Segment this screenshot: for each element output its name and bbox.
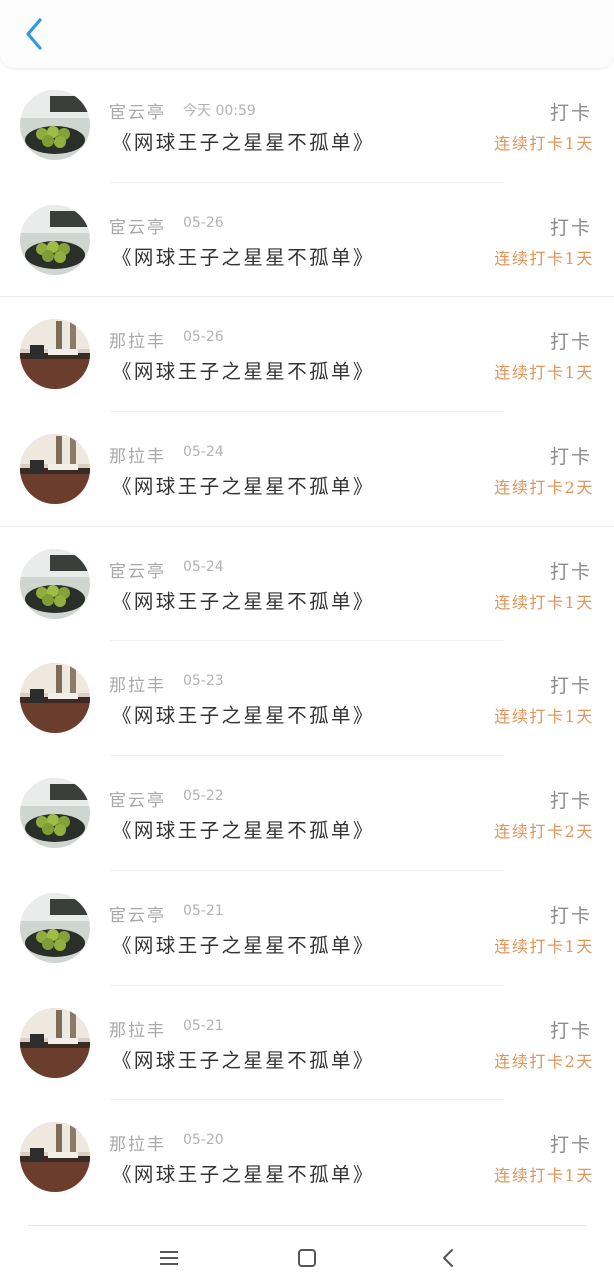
checkin-time: 05-24: [183, 444, 224, 461]
system-nav-bar: [0, 1224, 614, 1280]
checkin-label: 打卡: [549, 216, 592, 239]
streak-label: 连续打卡1天: [494, 248, 594, 268]
checkin-label: 打卡: [549, 560, 592, 583]
user-name: 那拉丰: [109, 447, 166, 468]
user-name: 宦云亭: [109, 905, 166, 926]
streak-label: 连续打卡2天: [494, 1051, 594, 1071]
checkin-label: 打卡: [549, 1134, 592, 1157]
checkin-label: 打卡: [549, 675, 592, 698]
menu-icon: [160, 1251, 178, 1265]
book-title: 《网球王子之星星不孤单》: [112, 1048, 375, 1072]
book-title: 《网球王子之星星不孤单》: [112, 131, 375, 154]
user-name: 宦云亭: [109, 791, 166, 812]
home-button[interactable]: [287, 1238, 327, 1278]
avatar[interactable]: [20, 1007, 90, 1078]
book-title: 《网球王子之星星不孤单》: [112, 1163, 375, 1187]
system-back-button[interactable]: [428, 1238, 468, 1278]
avatar[interactable]: [20, 892, 90, 963]
book-title: 《网球王子之星星不孤单》: [112, 475, 375, 499]
avatar[interactable]: [20, 663, 90, 734]
book-title: 《网球王子之星星不孤单》: [112, 589, 375, 613]
avatar[interactable]: [20, 778, 90, 849]
user-name: 那拉丰: [109, 1135, 166, 1156]
streak-label: 连续打卡1天: [494, 1166, 594, 1186]
list-item[interactable]: 那拉丰 05-24 《网球王子之星星不孤单》 打卡 连续打卡2天: [0, 412, 614, 527]
checkin-time: 05-26: [183, 329, 224, 346]
avatar[interactable]: [20, 90, 90, 160]
checkin-record-list: 宦云亭 今天 00:59 《网球王子之星星不孤单》 打卡 连续打卡1天 宦云亭 …: [0, 68, 614, 1215]
list-item[interactable]: 宦云亭 05-26 《网球王子之星星不孤单》 打卡 连续打卡1天: [0, 183, 614, 298]
checkin-time: 05-23: [183, 673, 224, 690]
list-item[interactable]: 那拉丰 05-20 《网球王子之星星不孤单》 打卡 连续打卡1天: [0, 1100, 614, 1215]
menu-button[interactable]: [149, 1238, 189, 1278]
list-item[interactable]: 宦云亭 05-21 《网球王子之星星不孤单》 打卡 连续打卡1天: [0, 871, 614, 986]
list-item[interactable]: 宦云亭 今天 00:59 《网球王子之星星不孤单》 打卡 连续打卡1天: [0, 68, 614, 183]
checkin-time: 05-22: [183, 788, 224, 805]
streak-label: 连续打卡1天: [494, 134, 594, 153]
user-name: 那拉丰: [109, 332, 166, 353]
book-title: 《网球王子之星星不孤单》: [112, 704, 375, 728]
list-item[interactable]: 那拉丰 05-26 《网球王子之星星不孤单》 打卡 连续打卡1天: [0, 297, 614, 413]
home-square-icon: [298, 1249, 316, 1267]
user-name: 那拉丰: [109, 676, 166, 697]
streak-label: 连续打卡2天: [494, 822, 594, 842]
streak-label: 连续打卡1天: [494, 363, 594, 383]
checkin-label: 打卡: [549, 331, 592, 354]
avatar[interactable]: [20, 204, 90, 275]
checkin-label: 打卡: [549, 446, 592, 469]
book-title: 《网球王子之星星不孤单》: [112, 360, 375, 384]
top-app-bar: [0, 0, 614, 68]
checkin-time: 今天 00:59: [183, 103, 256, 119]
list-item[interactable]: 宦云亭 05-24 《网球王子之星星不孤单》 打卡 连续打卡1天: [0, 527, 614, 642]
checkin-time: 05-21: [183, 902, 224, 919]
avatar[interactable]: [20, 1122, 90, 1193]
checkin-label: 打卡: [549, 1019, 592, 1042]
streak-label: 连续打卡1天: [494, 707, 594, 727]
book-title: 《网球王子之星星不孤单》: [112, 245, 375, 269]
checkin-label: 打卡: [549, 790, 592, 813]
avatar[interactable]: [20, 548, 90, 619]
streak-label: 连续打卡1天: [494, 592, 594, 612]
user-name: 宦云亭: [109, 561, 166, 582]
checkin-time: 05-21: [183, 1017, 224, 1034]
user-name: 宦云亭: [109, 217, 166, 238]
back-button[interactable]: [14, 14, 54, 54]
checkin-label: 打卡: [549, 904, 592, 927]
book-title: 《网球王子之星星不孤单》: [112, 933, 375, 957]
user-name: 宦云亭: [109, 103, 166, 123]
book-title: 《网球王子之星星不孤单》: [112, 819, 375, 843]
streak-label: 连续打卡1天: [494, 936, 594, 956]
user-name: 那拉丰: [109, 1020, 166, 1041]
list-item[interactable]: 那拉丰 05-23 《网球王子之星星不孤单》 打卡 连续打卡1天: [0, 641, 614, 757]
list-item[interactable]: 宦云亭 05-22 《网球王子之星星不孤单》 打卡 连续打卡2天: [0, 756, 614, 871]
divider: [28, 1225, 586, 1226]
checkin-label: 打卡: [549, 102, 592, 124]
checkin-time: 05-26: [183, 214, 224, 231]
avatar[interactable]: [20, 319, 90, 390]
back-triangle-icon: [443, 1249, 453, 1267]
checkin-time: 05-20: [183, 1132, 224, 1149]
avatar[interactable]: [20, 434, 90, 505]
checkin-time: 05-24: [183, 558, 224, 575]
chevron-left-icon: [26, 18, 42, 50]
streak-label: 连续打卡2天: [494, 478, 594, 498]
list-item[interactable]: 那拉丰 05-21 《网球王子之星星不孤单》 打卡 连续打卡2天: [0, 986, 614, 1101]
